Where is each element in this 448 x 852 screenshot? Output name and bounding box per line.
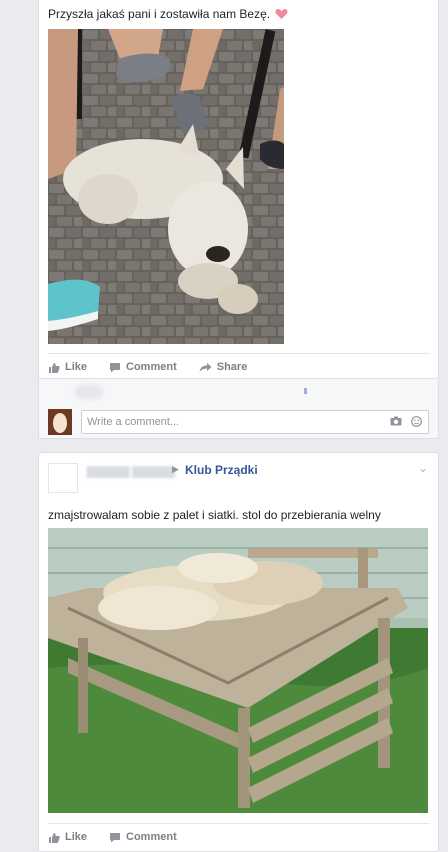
post-actions: Like Comment Share bbox=[48, 353, 429, 380]
share-button[interactable]: Share bbox=[199, 361, 247, 373]
like-button[interactable]: Like bbox=[48, 831, 87, 843]
comment-button[interactable]: Comment bbox=[109, 831, 177, 843]
group-link[interactable]: Klub Prządki bbox=[185, 463, 258, 477]
post-text: Przyszła jakaś pani i zostawiła nam Bezę… bbox=[48, 7, 289, 23]
avatar bbox=[48, 409, 72, 435]
thumbs-up-icon bbox=[49, 832, 60, 843]
comment-icon bbox=[110, 362, 121, 372]
comment-input[interactable]: Write a comment... bbox=[81, 410, 429, 434]
comment-preview-blurred bbox=[75, 385, 103, 399]
post-photo-dog[interactable] bbox=[48, 29, 284, 344]
heart-icon bbox=[275, 8, 289, 23]
post-text: zmajstrowalam sobie z palet i siatki. st… bbox=[48, 508, 381, 522]
post-card: Przyszła jakaś pani i zostawiła nam Bezę… bbox=[38, 0, 439, 379]
thumbs-up-icon bbox=[49, 362, 60, 373]
comment-preview-dot bbox=[304, 388, 307, 394]
post-photo-pallet-table[interactable] bbox=[48, 528, 428, 813]
comment-button[interactable]: Comment bbox=[109, 361, 177, 373]
camera-icon[interactable] bbox=[390, 416, 402, 429]
post-card: ▇▇▇▇▇ ▇▇▇▇▇ ▶ Klub Prządki ⌄ zmajstrowal… bbox=[38, 452, 439, 852]
comment-icon bbox=[110, 832, 121, 842]
post-actions: Like Comment bbox=[48, 823, 429, 850]
author-name-redacted: ▇▇▇▇▇ ▇▇▇▇▇ bbox=[87, 466, 175, 478]
chevron-down-icon[interactable]: ⌄ bbox=[418, 461, 428, 475]
emoji-icon[interactable] bbox=[411, 416, 422, 430]
share-icon bbox=[199, 362, 212, 372]
like-button[interactable]: Like bbox=[48, 361, 87, 373]
comment-section: Write a comment... bbox=[38, 379, 439, 439]
avatar[interactable] bbox=[48, 463, 78, 493]
arrow-right-icon: ▶ bbox=[172, 464, 179, 474]
